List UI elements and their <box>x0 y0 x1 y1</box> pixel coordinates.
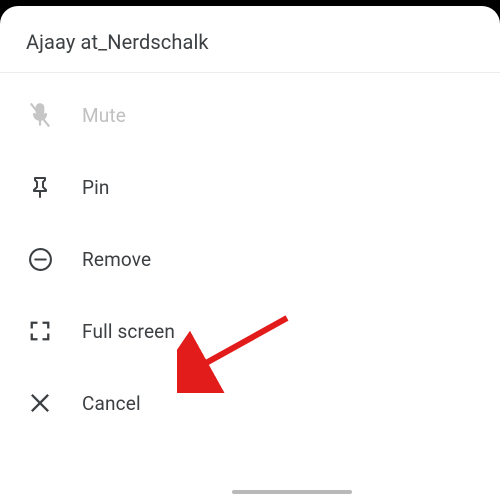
menu: Mute Pin Remove <box>0 73 500 439</box>
fullscreen-icon <box>26 317 54 345</box>
mute-label: Mute <box>82 104 126 127</box>
cancel-item[interactable]: Cancel <box>0 367 500 439</box>
home-indicator <box>232 490 352 494</box>
fullscreen-label: Full screen <box>82 320 175 343</box>
pin-item[interactable]: Pin <box>0 151 500 223</box>
action-sheet: Ajaay at_Nerdschalk Mute Pin <box>0 6 500 500</box>
mute-icon <box>26 101 54 129</box>
remove-icon <box>26 245 54 273</box>
header: Ajaay at_Nerdschalk <box>0 6 500 73</box>
fullscreen-item[interactable]: Full screen <box>0 295 500 367</box>
pin-icon <box>26 173 54 201</box>
participant-name: Ajaay at_Nerdschalk <box>26 30 474 54</box>
mute-item: Mute <box>0 79 500 151</box>
cancel-label: Cancel <box>82 392 141 415</box>
remove-label: Remove <box>82 248 151 271</box>
remove-item[interactable]: Remove <box>0 223 500 295</box>
pin-label: Pin <box>82 176 110 199</box>
close-icon <box>26 389 54 417</box>
